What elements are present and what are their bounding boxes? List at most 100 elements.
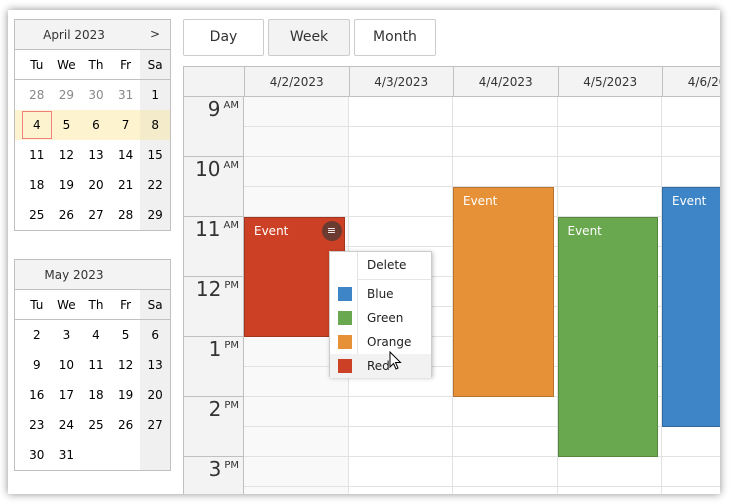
- day-cell[interactable]: 15: [140, 140, 170, 170]
- day-cell[interactable]: 24: [52, 410, 82, 440]
- day-view-button[interactable]: Day: [183, 19, 264, 56]
- menu-item-green[interactable]: Green: [330, 306, 431, 330]
- day-cell[interactable]: 11: [81, 350, 111, 380]
- hour-ampm: PM: [224, 400, 239, 411]
- day-cell[interactable]: 29: [52, 80, 82, 110]
- hour-ampm: PM: [224, 460, 239, 471]
- day-cell[interactable]: 26: [111, 410, 141, 440]
- day-cell[interactable]: 27: [140, 410, 170, 440]
- day-cell[interactable]: 5: [52, 110, 82, 140]
- day-cell[interactable]: 14: [111, 140, 141, 170]
- week-calendar: 4/2/20234/3/20234/4/20234/5/20234/6/2023…: [183, 66, 720, 494]
- calendar-app: April 2023 > Tu We Th Fr Sa 28 29 30 31 1 4 5 6 7 8 11 12 1…: [8, 10, 720, 494]
- column-header[interactable]: 4/3/2023: [348, 67, 453, 97]
- column-header[interactable]: 4/6/2023: [662, 67, 720, 97]
- day-cell[interactable]: 31: [111, 80, 141, 110]
- day-cell[interactable]: 26: [52, 200, 82, 230]
- day-cell[interactable]: 13: [81, 140, 111, 170]
- day-cell[interactable]: 27: [81, 200, 111, 230]
- day-cell[interactable]: 13: [140, 350, 170, 380]
- event-blue[interactable]: Event: [662, 187, 720, 427]
- event-orange[interactable]: Event: [453, 187, 554, 397]
- day-cell[interactable]: 19: [111, 380, 141, 410]
- menu-separator: [358, 279, 431, 280]
- day-cell[interactable]: 22: [140, 170, 170, 200]
- week-row[interactable]: 25 26 27 28 29: [15, 200, 170, 230]
- menu-item-label: Green: [367, 311, 404, 325]
- mouse-cursor-icon: [389, 350, 403, 371]
- week-row[interactable]: 30 31: [15, 440, 170, 470]
- day-cell[interactable]: 25: [81, 410, 111, 440]
- column-header[interactable]: 4/5/2023: [557, 67, 662, 97]
- time-column: 9 AM 10 AM 11 AM 12 PM 1 PM 2 PM 3 PM: [184, 97, 243, 494]
- day-cell[interactable]: 5: [111, 320, 141, 350]
- day-cell[interactable]: 30: [22, 440, 52, 470]
- day-cell[interactable]: 25: [22, 200, 52, 230]
- day-cell[interactable]: 20: [140, 380, 170, 410]
- weekday-row: Tu We Th Fr Sa: [15, 50, 170, 80]
- day-cell[interactable]: 4: [81, 320, 111, 350]
- day-cell[interactable]: 16: [22, 380, 52, 410]
- day-cell[interactable]: 19: [52, 170, 82, 200]
- day-cell[interactable]: 7: [111, 110, 141, 140]
- event-text: Event: [567, 224, 602, 238]
- day-cell[interactable]: 18: [81, 380, 111, 410]
- day-cell[interactable]: 12: [111, 350, 141, 380]
- month-view-button[interactable]: Month: [354, 19, 436, 56]
- week-row[interactable]: 28 29 30 31 1: [15, 80, 170, 110]
- day-cell: [111, 440, 141, 470]
- day-cell[interactable]: 3: [52, 320, 82, 350]
- navigator-header: April 2023 >: [15, 20, 170, 50]
- column-header[interactable]: 4/2/2023: [244, 67, 349, 97]
- hour-label: 3 PM: [184, 457, 243, 494]
- grid-line: [244, 486, 720, 487]
- day-cell[interactable]: 21: [111, 170, 141, 200]
- weekday-label: Fr: [120, 298, 132, 312]
- menu-item-red[interactable]: Red: [330, 354, 431, 378]
- day-cell[interactable]: 8: [140, 110, 170, 140]
- day-cell[interactable]: 30: [81, 80, 111, 110]
- week-view-button[interactable]: Week: [268, 19, 350, 56]
- day-cell[interactable]: 23: [22, 410, 52, 440]
- week-row[interactable]: 16 17 18 19 20: [15, 380, 170, 410]
- column-header[interactable]: 4/4/2023: [453, 67, 558, 97]
- event-green[interactable]: Event: [557, 217, 658, 457]
- hour-number: 12: [195, 277, 222, 301]
- day-cell[interactable]: 6: [140, 320, 170, 350]
- week-row[interactable]: 18 19 20 21 22: [15, 170, 170, 200]
- day-cell[interactable]: 29: [140, 200, 170, 230]
- day-cell[interactable]: 18: [22, 170, 52, 200]
- weekday-label: Sa: [140, 290, 170, 319]
- day-cell[interactable]: 11: [22, 140, 52, 170]
- day-cell[interactable]: 20: [81, 170, 111, 200]
- next-month-button[interactable]: >: [150, 27, 160, 41]
- menu-item-delete[interactable]: Delete: [330, 253, 431, 277]
- hour-ampm: AM: [223, 100, 239, 111]
- day-cell[interactable]: 28: [111, 200, 141, 230]
- grid-line: [244, 126, 720, 127]
- week-row[interactable]: 23 24 25 26 27: [15, 410, 170, 440]
- day-cell[interactable]: 10: [52, 350, 82, 380]
- day-cell: [81, 440, 111, 470]
- week-row[interactable]: 9 10 11 12 13: [15, 350, 170, 380]
- day-cell[interactable]: 6: [81, 110, 111, 140]
- week-row[interactable]: 11 12 13 14 15: [15, 140, 170, 170]
- hour-label: 10 AM: [184, 157, 243, 217]
- day-cell[interactable]: 12: [52, 140, 82, 170]
- week-row[interactable]: 23456: [15, 320, 170, 350]
- day-cell[interactable]: 1: [140, 80, 170, 110]
- day-cell[interactable]: 4: [22, 111, 52, 139]
- day-cell: [140, 440, 170, 470]
- menu-item-blue[interactable]: Blue: [330, 282, 431, 306]
- week-row[interactable]: 45678: [15, 110, 170, 140]
- day-cell[interactable]: 17: [52, 380, 82, 410]
- event-text: Event: [672, 194, 707, 208]
- hamburger-icon[interactable]: ≡: [321, 221, 342, 241]
- day-cell[interactable]: 2: [22, 320, 52, 350]
- hour-label: 11 AM: [184, 217, 243, 277]
- hour-label: 1 PM: [184, 337, 243, 397]
- day-cell[interactable]: 28: [22, 80, 52, 110]
- day-cell[interactable]: 31: [52, 440, 82, 470]
- day-cell[interactable]: 9: [22, 350, 52, 380]
- menu-item-orange[interactable]: Orange: [330, 330, 431, 354]
